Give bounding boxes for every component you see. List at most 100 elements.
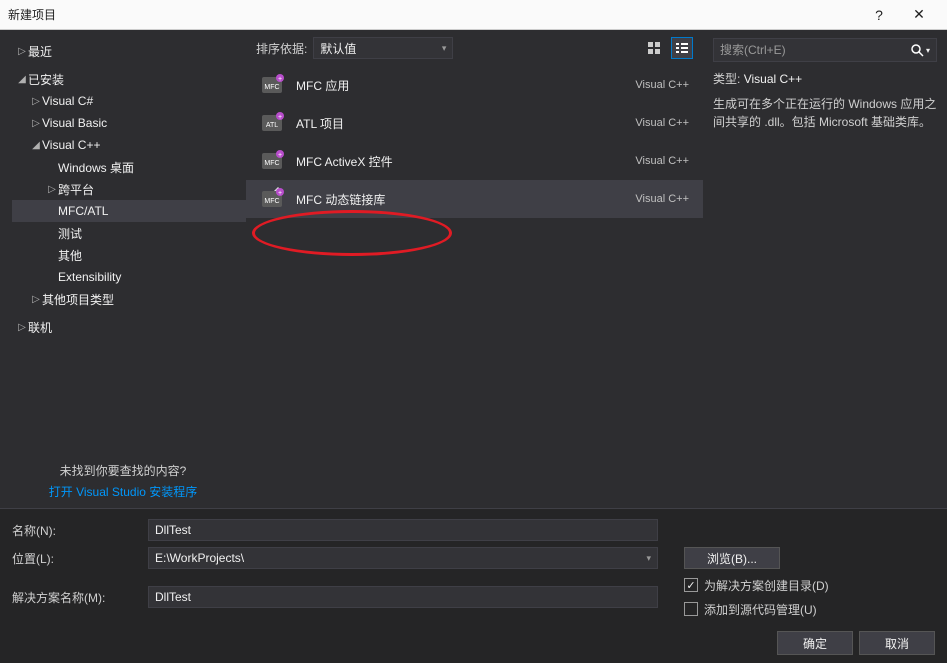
tree-node-extensibility[interactable]: Extensibility	[12, 266, 246, 288]
help-button[interactable]: ?	[859, 0, 899, 30]
svg-text:+: +	[278, 114, 282, 121]
svg-text:ATL: ATL	[266, 122, 278, 129]
tree-label: 已安装	[28, 71, 64, 88]
tree-label: MFC/ATL	[58, 204, 108, 218]
type-label: 类型:	[713, 72, 740, 86]
caret-right-icon: ▷	[30, 96, 42, 107]
caret-down-icon: ◢	[16, 74, 28, 85]
dialog-title: 新建项目	[8, 6, 859, 23]
caret-right-icon: ▷	[16, 322, 28, 333]
atl-project-icon: ATL+	[260, 111, 284, 135]
add-source-control-checkbox[interactable]: 添加到源代码管理(U)	[684, 599, 829, 619]
tree-label: 测试	[58, 225, 82, 242]
tree-label: Visual Basic	[42, 116, 107, 130]
view-medium-icons-button[interactable]	[643, 37, 665, 59]
checkbox-label: 为解决方案创建目录(D)	[704, 577, 829, 594]
template-item-atl-project[interactable]: ATL+ ATL 项目 Visual C++	[246, 104, 703, 142]
template-lang: Visual C++	[635, 193, 689, 205]
tree-label: 其他	[58, 247, 82, 264]
type-value: Visual C++	[744, 72, 802, 86]
checkbox-unchecked-icon	[684, 602, 698, 616]
svg-text:+: +	[278, 152, 282, 159]
checkbox-checked-icon: ✓	[684, 578, 698, 592]
tree-node-visual-csharp[interactable]: ▷ Visual C#	[12, 90, 246, 112]
tree-label: 联机	[28, 319, 52, 336]
tree-label: 其他项目类型	[42, 291, 114, 308]
svg-text:+: +	[278, 76, 282, 83]
chevron-down-icon: ▾	[442, 43, 447, 54]
caret-right-icon: ▷	[46, 184, 58, 195]
mfc-app-icon: MFC+	[260, 73, 284, 97]
template-name: MFC 动态链接库	[296, 191, 623, 208]
checkbox-label: 添加到源代码管理(U)	[704, 601, 817, 618]
svg-text:MFC: MFC	[264, 198, 279, 205]
caret-right-icon: ▷	[16, 46, 28, 57]
grid-icon	[647, 41, 661, 55]
location-value: E:\WorkProjects\	[155, 551, 646, 565]
template-panel: 排序依据: 默认值 ▾	[246, 30, 703, 508]
tree-node-recent[interactable]: ▷ 最近	[12, 40, 246, 62]
tree-node-windows-desktop[interactable]: Windows 桌面	[12, 156, 246, 178]
create-directory-checkbox[interactable]: ✓ 为解决方案创建目录(D)	[684, 575, 829, 595]
solution-name-label: 解决方案名称(M):	[12, 589, 140, 606]
search-input[interactable]	[720, 43, 911, 57]
template-name: MFC ActiveX 控件	[296, 153, 623, 170]
template-lang: Visual C++	[635, 155, 689, 167]
svg-text:+: +	[278, 190, 282, 197]
solution-name-input[interactable]	[148, 586, 658, 608]
category-sidebar: ▷ 最近 ◢ 已安装 ▷ Visual C# ▷ Visual Basic ◢ …	[0, 30, 246, 508]
browse-button[interactable]: 浏览(B)...	[684, 547, 780, 569]
search-box[interactable]: ▾	[713, 38, 937, 62]
template-description: 生成可在多个正在运行的 Windows 应用之间共享的 .dll。包括 Micr…	[713, 95, 937, 131]
caret-right-icon: ▷	[30, 118, 42, 129]
list-icon	[675, 41, 689, 55]
sort-dropdown[interactable]: 默认值 ▾	[313, 37, 453, 59]
tree-node-other[interactable]: 其他	[12, 244, 246, 266]
tree-node-visual-basic[interactable]: ▷ Visual Basic	[12, 112, 246, 134]
cancel-button[interactable]: 取消	[859, 631, 935, 655]
form-panel: 名称(N): 位置(L): E:\WorkProjects\ ▾ 浏览(B)..…	[0, 508, 947, 663]
tree-node-mfc-atl[interactable]: MFC/ATL	[12, 200, 246, 222]
type-line: 类型: Visual C++	[713, 70, 937, 87]
svg-text:MFC: MFC	[264, 84, 279, 91]
name-label: 名称(N):	[12, 522, 140, 539]
caret-down-icon: ◢	[30, 140, 42, 151]
chevron-down-icon: ▾	[646, 553, 651, 564]
detail-panel: ▾ 类型: Visual C++ 生成可在多个正在运行的 Windows 应用之…	[703, 30, 947, 508]
mfc-dll-icon: MFC+	[260, 187, 284, 211]
template-lang: Visual C++	[635, 117, 689, 129]
template-name: ATL 项目	[296, 115, 623, 132]
sort-value: 默认值	[320, 40, 356, 57]
tree-label: Visual C++	[42, 138, 100, 152]
location-label: 位置(L):	[12, 550, 140, 567]
caret-right-icon: ▷	[30, 294, 42, 305]
svg-text:MFC: MFC	[264, 160, 279, 167]
ok-button[interactable]: 确定	[777, 631, 853, 655]
template-item-mfc-activex[interactable]: MFC+ MFC ActiveX 控件 Visual C++	[246, 142, 703, 180]
template-name: MFC 应用	[296, 77, 623, 94]
mfc-activex-icon: MFC+	[260, 149, 284, 173]
template-lang: Visual C++	[635, 79, 689, 91]
not-found-text: 未找到你要查找的内容?	[12, 462, 234, 479]
tree-label: Windows 桌面	[58, 159, 134, 176]
tree-node-visual-cpp[interactable]: ◢ Visual C++	[12, 134, 246, 156]
open-installer-link[interactable]: 打开 Visual Studio 安装程序	[12, 483, 234, 500]
tree-label: Visual C#	[42, 94, 93, 108]
tree-node-installed[interactable]: ◢ 已安装	[12, 68, 246, 90]
tree-label: Extensibility	[58, 270, 121, 284]
location-dropdown[interactable]: E:\WorkProjects\ ▾	[148, 547, 658, 569]
name-input[interactable]	[148, 519, 658, 541]
tree-node-crossplatform[interactable]: ▷ 跨平台	[12, 178, 246, 200]
tree-node-online[interactable]: ▷ 联机	[12, 316, 246, 338]
close-button[interactable]: ✕	[899, 0, 939, 30]
tree-label: 最近	[28, 43, 52, 60]
tree-label: 跨平台	[58, 181, 94, 198]
search-icon[interactable]: ▾	[911, 44, 930, 57]
sort-label: 排序依据:	[256, 40, 307, 57]
template-item-mfc-dll[interactable]: MFC+ MFC 动态链接库 Visual C++	[246, 180, 703, 218]
tree-node-test[interactable]: 测试	[12, 222, 246, 244]
titlebar: 新建项目 ? ✕	[0, 0, 947, 30]
template-item-mfc-app[interactable]: MFC+ MFC 应用 Visual C++	[246, 66, 703, 104]
view-small-icons-button[interactable]	[671, 37, 693, 59]
tree-node-other-project-types[interactable]: ▷ 其他项目类型	[12, 288, 246, 310]
